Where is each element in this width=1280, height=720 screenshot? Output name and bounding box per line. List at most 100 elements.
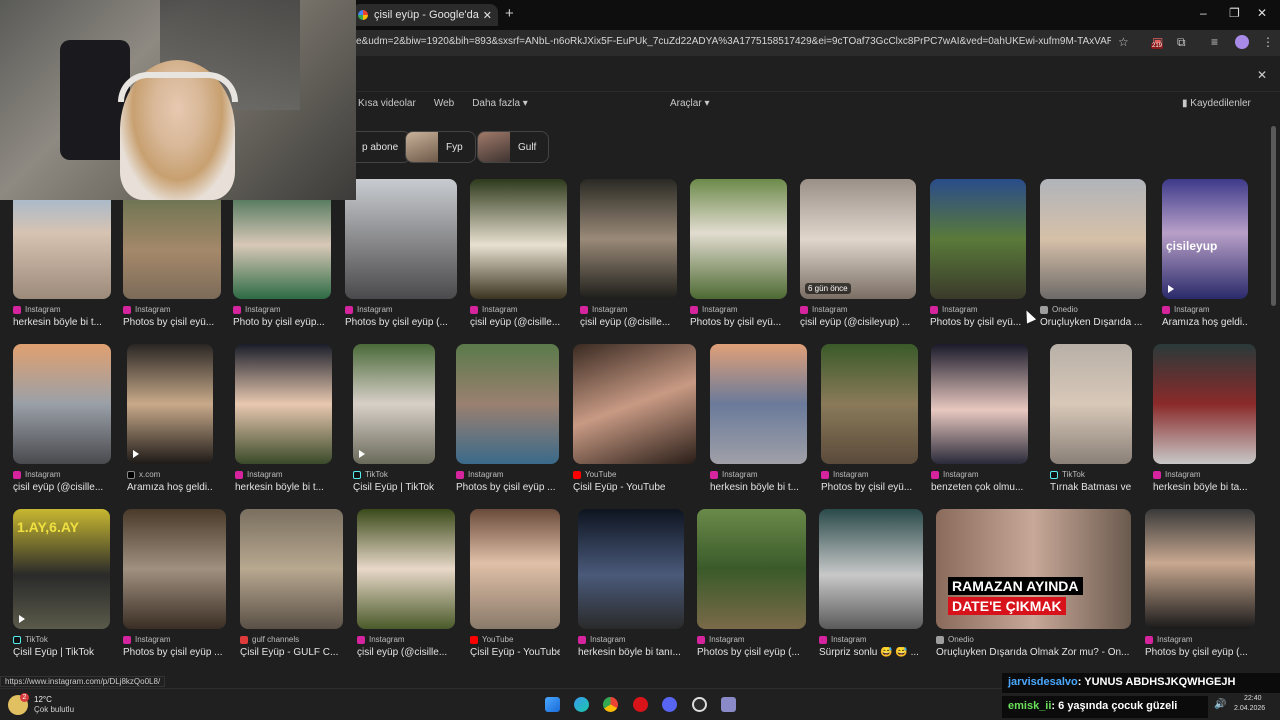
result-image[interactable] [578, 509, 684, 629]
result-image[interactable] [353, 344, 435, 464]
chip-gulf[interactable]: Gulf [477, 131, 550, 163]
result-card[interactable]: Instagram herkesin böyle bi t... [13, 179, 111, 329]
obs-icon[interactable] [692, 697, 707, 712]
window-close-button[interactable]: ✕ [1257, 6, 1267, 20]
result-image[interactable] [240, 509, 343, 629]
result-card[interactable]: Instagram herkesin böyle bi t... [235, 344, 332, 494]
result-caption[interactable]: herkesin böyle bi t... [235, 482, 332, 493]
result-caption[interactable]: Photos by çisil eyü... [930, 317, 1026, 328]
result-caption[interactable]: herkesin böyle bi t... [710, 482, 807, 493]
result-caption[interactable]: Çisil Eyüp | TikTok [353, 482, 435, 493]
result-caption[interactable]: Oruçluyken Dışarıda Olmak Zor mu? - On..… [936, 647, 1131, 658]
scrollbar-thumb[interactable] [1271, 126, 1276, 306]
result-card[interactable]: Instagram herkesin böyle bi tanı... [578, 509, 684, 659]
result-caption[interactable]: Photos by çisil eyüp (... [345, 317, 457, 328]
result-caption[interactable]: Photos by çisil eyüp (... [697, 647, 806, 658]
result-image[interactable] [1145, 509, 1255, 629]
result-card[interactable]: Instagram çisil eyüp (@cisille... [13, 344, 111, 494]
result-image[interactable] [127, 344, 213, 464]
result-caption[interactable]: Photos by çisil eyüp (... [1145, 647, 1255, 658]
tab-close-icon[interactable]: ✕ [483, 9, 492, 22]
result-card[interactable]: Instagram Photos by çisil eyü... [930, 179, 1026, 329]
result-caption[interactable]: çisil eyüp (@cisileyup) ... [800, 317, 916, 328]
speaker-icon[interactable]: 🔊 [1214, 699, 1226, 710]
chip-abone[interactable]: p abone [352, 131, 412, 163]
address-bar[interactable]: e&udm=2&biw=1920&bih=893&sxsrf=ANbL-n6oR… [356, 36, 1111, 47]
result-caption[interactable]: çisil eyüp (@cisille... [13, 482, 111, 493]
result-caption[interactable]: Photos by çisil eyüp ... [456, 482, 559, 493]
result-card[interactable]: gulf channels Çisil Eyüp - GULF C... [240, 509, 343, 659]
result-image[interactable] [357, 509, 455, 629]
result-card[interactable]: Instagram çisil eyüp (@cisille... [580, 179, 677, 329]
result-caption[interactable]: Photos by çisil eyü... [690, 317, 787, 328]
tab-web[interactable]: Web [434, 98, 454, 109]
result-card[interactable]: Instagram çisil eyüp (@cisille... [357, 509, 455, 659]
result-card[interactable]: Instagram benzeten çok olmu... [931, 344, 1028, 494]
result-card[interactable]: Instagram Sürpriz sonlu 😅 😅 ... [819, 509, 923, 659]
result-card[interactable]: Instagram Photos by çisil eyü... [690, 179, 787, 329]
app-settings-icon[interactable] [721, 697, 736, 712]
result-card[interactable]: Instagram Photos by çisil eyüp (... [697, 509, 806, 659]
tools-button[interactable]: Araçlar ▾ [670, 98, 709, 109]
result-card[interactable]: RAMAZAN AYINDA DATE'E ÇIKMAK Onedio Oruç… [936, 509, 1131, 659]
result-image[interactable] [697, 509, 806, 629]
result-image[interactable]: 6 gün önce [800, 179, 916, 299]
result-caption[interactable]: Tırnak Batması ve ... [1050, 482, 1132, 493]
profile-avatar[interactable] [1235, 35, 1249, 49]
discord-icon[interactable] [662, 697, 677, 712]
chrome-icon[interactable] [603, 697, 618, 712]
result-caption[interactable]: Aramıza hoş geldi... [127, 482, 213, 493]
extensions-puzzle-icon[interactable]: ⧉ [1177, 35, 1186, 50]
result-caption[interactable]: Oruçluyken Dışarıda ... [1040, 317, 1146, 328]
result-card[interactable]: Instagram Photos by çisil eyüp ... [456, 344, 559, 494]
result-card[interactable]: Instagram Photos by çisil eyü... [123, 179, 221, 329]
result-image[interactable] [470, 179, 567, 299]
result-caption[interactable]: Çisil Eyüp - YouTube [573, 482, 696, 493]
result-image[interactable] [470, 509, 560, 629]
result-card[interactable]: YouTube Çisil Eyüp - YouTube [470, 509, 560, 659]
result-image[interactable] [573, 344, 696, 464]
tab-short-videos[interactable]: Kısa videolar [358, 98, 416, 109]
menu-icon[interactable]: ⋮ [1262, 35, 1274, 49]
result-card[interactable]: Instagram Photos by çisil eyü... [821, 344, 918, 494]
result-image[interactable] [580, 179, 677, 299]
result-caption[interactable]: benzeten çok olmu... [931, 482, 1028, 493]
result-image[interactable] [931, 344, 1028, 464]
result-caption[interactable]: Photos by çisil eyü... [123, 317, 221, 328]
result-card[interactable]: 6 gün önce Instagram çisil eyüp (@cisile… [800, 179, 916, 329]
edge-icon[interactable] [574, 697, 589, 712]
tab-more[interactable]: Daha fazla ▾ [472, 98, 528, 109]
result-card[interactable]: Instagram Photos by çisil eyüp (... [1145, 509, 1255, 659]
result-caption[interactable]: Sürpriz sonlu 😅 😅 ... [819, 647, 923, 658]
saved-button[interactable]: ▮ Kaydedilenler [1182, 98, 1251, 109]
new-tab-button[interactable]: + [505, 5, 514, 22]
result-image[interactable] [1050, 344, 1132, 464]
minimize-button[interactable]: – [1200, 6, 1207, 20]
result-caption[interactable]: Aramıza hoş geldi... [1162, 317, 1248, 328]
result-image[interactable]: RAMAZAN AYINDA DATE'E ÇIKMAK [936, 509, 1131, 629]
chip-fyp[interactable]: Fyp [405, 131, 476, 163]
result-card[interactable]: Instagram Photo by çisil eyüp... [233, 179, 331, 329]
result-caption[interactable]: çisil eyüp (@cisille... [470, 317, 567, 328]
result-image[interactable]: çisileyup [1162, 179, 1248, 299]
result-card[interactable]: TikTok Çisil Eyüp | TikTok [353, 344, 435, 494]
result-caption[interactable]: herkesin böyle bi t... [13, 317, 111, 328]
result-caption[interactable]: Çisil Eyüp - GULF C... [240, 647, 343, 658]
result-image[interactable] [13, 344, 111, 464]
result-caption[interactable]: çisil eyüp (@cisille... [580, 317, 677, 328]
result-image[interactable] [456, 344, 559, 464]
result-caption[interactable]: herkesin böyle bi ta... [1153, 482, 1256, 493]
bookmark-star-icon[interactable]: ☆ [1118, 35, 1129, 49]
result-caption[interactable]: Photos by çisil eyü... [821, 482, 918, 493]
result-image[interactable] [930, 179, 1026, 299]
result-caption[interactable]: Çisil Eyüp - YouTube [470, 647, 560, 658]
result-caption[interactable]: herkesin böyle bi tanı... [578, 647, 684, 658]
result-card[interactable]: 1.AY,6.AY TikTok Çisil Eyüp | TikTok [13, 509, 110, 659]
result-image[interactable]: 1.AY,6.AY [13, 509, 110, 629]
app-red-icon[interactable] [633, 697, 648, 712]
result-caption[interactable]: Photos by çisil eyüp ... [123, 647, 226, 658]
result-image[interactable] [1040, 179, 1146, 299]
result-card[interactable]: Instagram herkesin böyle bi ta... [1153, 344, 1256, 494]
result-image[interactable] [1153, 344, 1256, 464]
media-control-icon[interactable]: ≡ [1211, 35, 1218, 49]
